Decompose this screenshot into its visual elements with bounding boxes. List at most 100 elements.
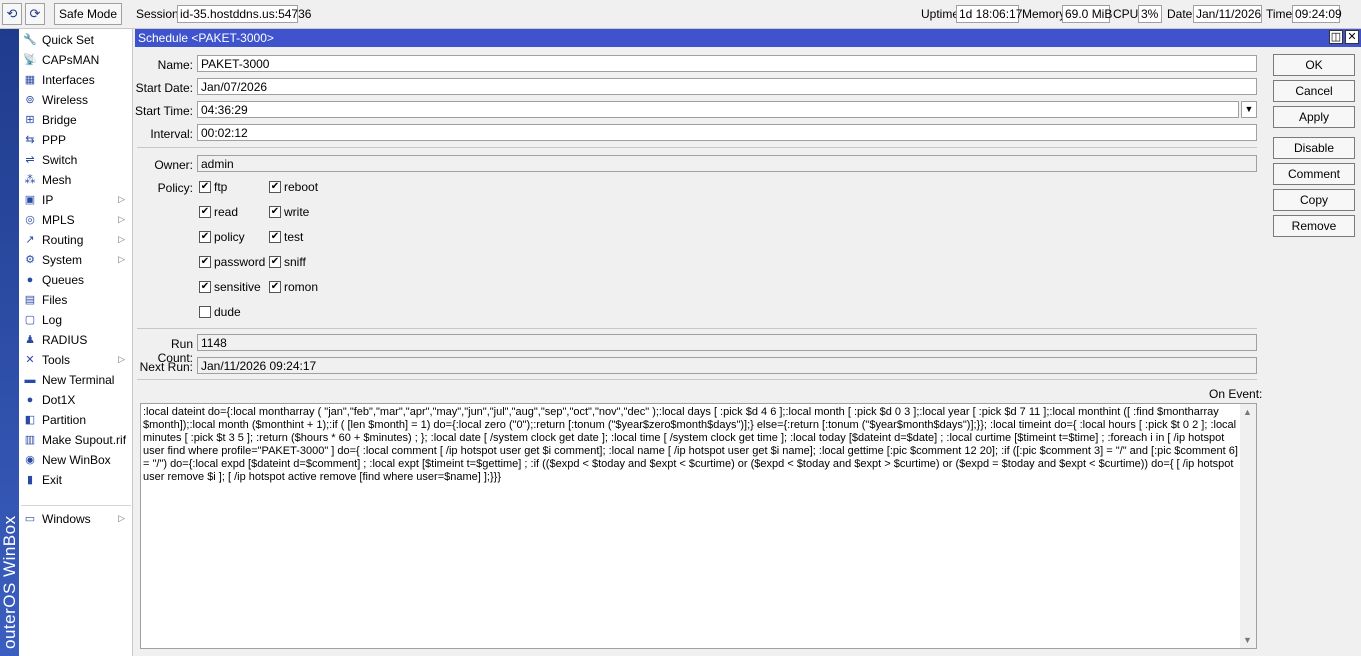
policy-read-checkbox[interactable]: ✔ read bbox=[199, 205, 238, 219]
policy-sniff-checkbox[interactable]: ✔ sniff bbox=[269, 255, 306, 269]
window-titlebar[interactable]: Schedule <PAKET-3000> ◫ ✕ bbox=[135, 29, 1361, 47]
menu-item-label: Files bbox=[42, 293, 68, 307]
apply-button[interactable]: Apply bbox=[1273, 106, 1355, 128]
policy-label-text: read bbox=[214, 205, 239, 219]
remove-button[interactable]: Remove bbox=[1273, 215, 1355, 237]
memory-value: 69.0 MiB bbox=[1062, 5, 1112, 23]
menu-item-mesh[interactable]: ⁂ Mesh bbox=[19, 170, 133, 190]
menu-item-queues[interactable]: ● Queues bbox=[19, 270, 133, 290]
terminal-icon: ▬ bbox=[24, 374, 36, 386]
menu-item-ppp[interactable]: ⇆ PPP bbox=[19, 130, 133, 150]
checkmark-icon[interactable]: ✔ bbox=[269, 206, 281, 218]
menu-item-new-winbox[interactable]: ◉ New WinBox bbox=[19, 450, 133, 470]
start-date-input[interactable]: Jan/07/2026 bbox=[197, 78, 1257, 95]
on-event-textarea[interactable]: :local dateint do={:local montharray ( "… bbox=[140, 403, 1257, 649]
policy-password-checkbox[interactable]: ✔ password bbox=[199, 255, 265, 269]
policy-label-text: ftp bbox=[214, 180, 228, 194]
menu-item-mpls[interactable]: ◎ MPLS ▷ bbox=[19, 210, 133, 230]
winbox-icon: ◉ bbox=[25, 454, 35, 466]
menu-item-label: Routing bbox=[42, 233, 84, 247]
top-toolbar: ⟲ ⟳ Safe Mode Session: id-35.hostddns.us… bbox=[0, 0, 1361, 29]
menu-item-make-supout-rif[interactable]: ▥ Make Supout.rif bbox=[19, 430, 133, 450]
cancel-button[interactable]: Cancel bbox=[1273, 80, 1355, 102]
checkmark-icon[interactable]: ✔ bbox=[269, 231, 281, 243]
menu-item-exit[interactable]: ▮ Exit bbox=[19, 470, 133, 490]
on-event-script: :local dateint do={:local montharray ( "… bbox=[143, 406, 1238, 483]
policy-policy-checkbox[interactable]: ✔ policy bbox=[199, 230, 245, 244]
menu-item-routing[interactable]: ↗ Routing ▷ bbox=[19, 230, 133, 250]
menu-item-quick-set[interactable]: 🔧 Quick Set bbox=[19, 30, 133, 50]
vertical-scrollbar[interactable]: ▲ ▼ bbox=[1240, 404, 1256, 648]
menu-item-switch[interactable]: ⇌ Switch bbox=[19, 150, 133, 170]
menu-item-wireless[interactable]: ⊚ Wireless bbox=[19, 90, 133, 110]
checkmark-icon[interactable]: ✔ bbox=[269, 181, 281, 193]
policy-label-text: sniff bbox=[284, 255, 306, 269]
start-time-input[interactable]: 04:36:29 bbox=[197, 101, 1239, 118]
menu-item-dot1x[interactable]: ● Dot1X bbox=[19, 390, 133, 410]
submenu-arrow-icon: ▷ bbox=[118, 254, 125, 264]
undo-button[interactable]: ⟲ bbox=[2, 3, 22, 25]
checkmark-icon[interactable]: ✔ bbox=[269, 256, 281, 268]
quick-set-icon: 🔧 bbox=[23, 34, 37, 46]
policy-ftp-checkbox[interactable]: ✔ ftp bbox=[199, 180, 227, 194]
policy-label: Policy: bbox=[157, 181, 193, 195]
menu-item-radius[interactable]: ♟ RADIUS bbox=[19, 330, 133, 350]
interfaces-icon: ▦ bbox=[24, 74, 36, 86]
menu-item-files[interactable]: ▤ Files bbox=[19, 290, 133, 310]
copy-button[interactable]: Copy bbox=[1273, 189, 1355, 211]
checkmark-icon[interactable]: ✔ bbox=[269, 281, 281, 293]
name-input[interactable]: PAKET-3000 bbox=[197, 55, 1257, 72]
ok-button[interactable]: OK bbox=[1273, 54, 1355, 76]
start-time-dropdown[interactable]: ▼ bbox=[1241, 101, 1257, 118]
checkmark-icon[interactable]: ✔ bbox=[199, 256, 211, 268]
interval-input[interactable]: 00:02:12 bbox=[197, 124, 1257, 141]
menu-item-interfaces[interactable]: ▦ Interfaces bbox=[19, 70, 133, 90]
menu-item-label: Make Supout.rif bbox=[42, 433, 127, 447]
policy-reboot-checkbox[interactable]: ✔ reboot bbox=[269, 180, 318, 194]
brand-text: outerOS WinBox bbox=[0, 515, 19, 649]
maximize-button[interactable]: ◫ bbox=[1329, 30, 1343, 44]
menu-item-tools[interactable]: ✕ Tools ▷ bbox=[19, 350, 133, 370]
menu-item-label: PPP bbox=[42, 133, 67, 147]
menu-item-capsman[interactable]: 📡 CAPsMAN bbox=[19, 50, 133, 70]
close-button[interactable]: ✕ bbox=[1345, 30, 1359, 44]
window-title: Schedule <PAKET-3000> bbox=[138, 31, 274, 45]
menu-item-bridge[interactable]: ⊞ Bridge bbox=[19, 110, 133, 130]
session-label: Session: bbox=[136, 7, 183, 21]
separator bbox=[137, 328, 1257, 329]
checkmark-icon[interactable]: ✔ bbox=[199, 206, 211, 218]
disable-button[interactable]: Disable bbox=[1273, 137, 1355, 159]
checkmark-icon[interactable]: ✔ bbox=[199, 281, 211, 293]
dot1x-icon: ● bbox=[26, 394, 34, 406]
checkmark-icon[interactable]: ✔ bbox=[199, 181, 211, 193]
menu-item-label: CAPsMAN bbox=[42, 53, 100, 67]
maximize-icon: ◫ bbox=[1330, 31, 1342, 43]
menu-item-windows[interactable]: ▭ Windows ▷ bbox=[19, 509, 133, 529]
next-run-value: Jan/11/2026 09:24:17 bbox=[197, 357, 1257, 374]
menu-item-new-terminal[interactable]: ▬ New Terminal bbox=[19, 370, 133, 390]
policy-romon-checkbox[interactable]: ✔ romon bbox=[269, 280, 318, 294]
on-event-label: On Event: bbox=[1209, 387, 1263, 401]
scroll-up-icon[interactable]: ▲ bbox=[1243, 407, 1252, 417]
redo-button[interactable]: ⟳ bbox=[25, 3, 45, 25]
ppp-icon: ⇆ bbox=[25, 134, 35, 146]
checkbox-empty-icon[interactable] bbox=[199, 306, 211, 318]
menu-item-log[interactable]: ▢ Log bbox=[19, 310, 133, 330]
menu-item-ip[interactable]: ▣ IP ▷ bbox=[19, 190, 133, 210]
scroll-down-icon[interactable]: ▼ bbox=[1243, 635, 1252, 645]
separator bbox=[137, 379, 1257, 380]
main-menu: 🔧 Quick Set 📡 CAPsMAN ▦ Interfaces ⊚ Wireless ⊞ B… bbox=[19, 29, 133, 656]
policy-label-text: password bbox=[214, 255, 266, 269]
policy-test-checkbox[interactable]: ✔ test bbox=[269, 230, 303, 244]
policy-write-checkbox[interactable]: ✔ write bbox=[269, 205, 309, 219]
separator bbox=[137, 147, 1257, 148]
menu-item-partition[interactable]: ◧ Partition bbox=[19, 410, 133, 430]
comment-button[interactable]: Comment bbox=[1273, 163, 1355, 185]
policy-sensitive-checkbox[interactable]: ✔ sensitive bbox=[199, 280, 261, 294]
bridge-icon: ⊞ bbox=[25, 114, 35, 126]
safe-mode-button[interactable]: Safe Mode bbox=[54, 3, 122, 25]
menu-item-system[interactable]: ⚙ System ▷ bbox=[19, 250, 133, 270]
checkmark-icon[interactable]: ✔ bbox=[199, 231, 211, 243]
menu-item-label: Exit bbox=[42, 473, 63, 487]
policy-dude-checkbox[interactable]: dude bbox=[199, 305, 241, 319]
